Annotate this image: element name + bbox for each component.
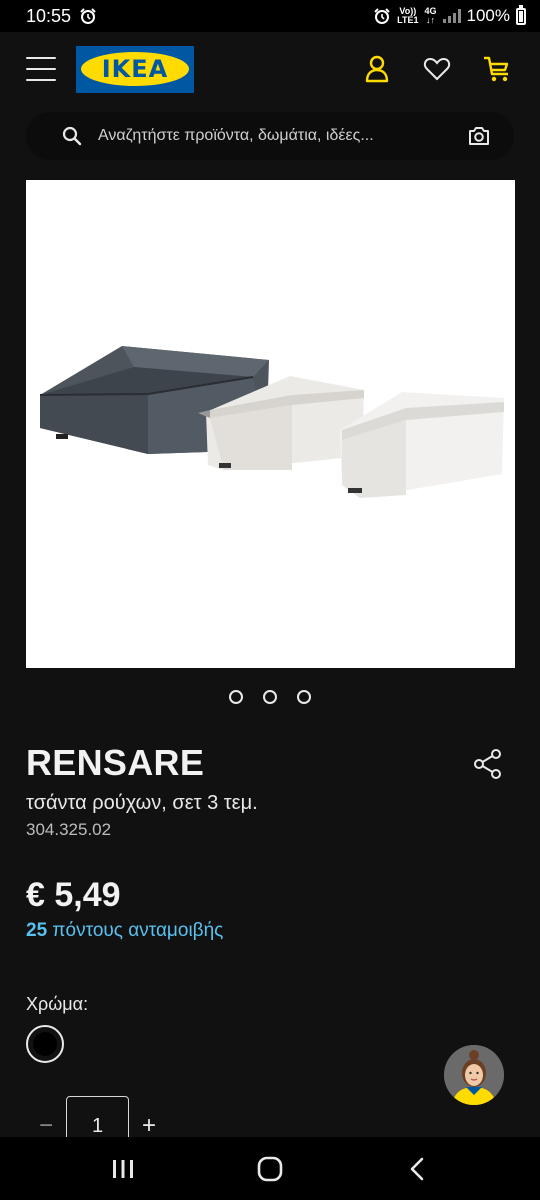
- menu-icon[interactable]: [26, 57, 56, 81]
- app-header: IKEA: [0, 32, 540, 106]
- recent-apps-icon[interactable]: [93, 1144, 153, 1194]
- alarm-icon: [374, 8, 390, 24]
- product-description: τσάντα ρούχων, σετ 3 τεμ.: [26, 792, 258, 814]
- product-image[interactable]: [26, 180, 515, 668]
- cart-icon[interactable]: [480, 52, 514, 86]
- account-icon[interactable]: [360, 52, 394, 86]
- color-label: Χρώμα:: [26, 994, 89, 1014]
- carousel-dot-1[interactable]: [229, 690, 243, 704]
- chat-assistant-avatar[interactable]: [444, 1045, 504, 1105]
- network-indicator: 4G ↓↑: [424, 6, 437, 25]
- system-navigation-bar: [0, 1137, 540, 1200]
- carousel-dot-2[interactable]: [263, 690, 277, 704]
- signal-icon: [442, 9, 461, 23]
- clock-time: 10:55: [26, 5, 72, 26]
- search-bar[interactable]: [26, 112, 514, 160]
- favorites-heart-icon[interactable]: [420, 52, 454, 86]
- product-name: RENSARE: [26, 742, 205, 783]
- color-swatch-black[interactable]: [26, 1025, 64, 1063]
- alarm-icon: [80, 8, 96, 24]
- product-price: € 5,49: [26, 876, 121, 914]
- carousel-dot-3[interactable]: [297, 690, 311, 704]
- search-input[interactable]: [98, 127, 468, 145]
- ikea-logo[interactable]: IKEA: [76, 45, 194, 93]
- battery-percent: 100%: [466, 6, 510, 25]
- volte-indicator: Vo)) LTE1: [397, 6, 419, 25]
- camera-icon[interactable]: [468, 126, 490, 146]
- reward-points-value: 25: [26, 920, 48, 941]
- reward-points-label: πόντους ανταμοιβής: [47, 920, 224, 941]
- image-carousel-dots: [0, 690, 540, 704]
- status-bar: 10:55 Vo)) LTE1 4G ↓↑ 100%: [0, 0, 540, 32]
- home-icon[interactable]: [240, 1144, 300, 1194]
- reward-points[interactable]: 25 πόντους ανταμοιβής: [26, 920, 223, 942]
- battery-icon: [516, 4, 526, 25]
- article-number: 304.325.02: [26, 820, 112, 839]
- white-packing-bag-small: [340, 392, 504, 498]
- share-icon[interactable]: [470, 746, 506, 782]
- search-icon[interactable]: [62, 126, 82, 146]
- back-icon[interactable]: [387, 1144, 447, 1194]
